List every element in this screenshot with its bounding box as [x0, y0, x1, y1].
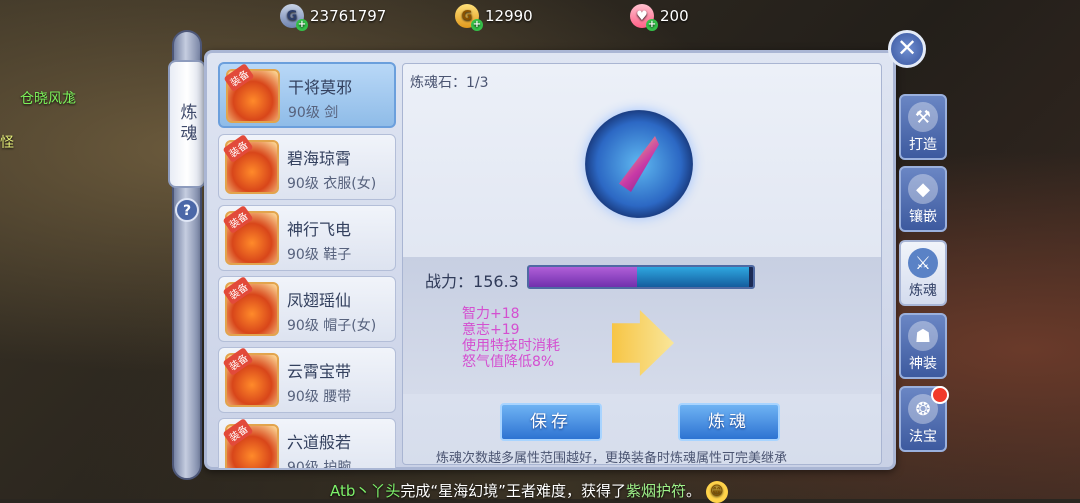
item-name: 凤翅瑶仙: [287, 291, 352, 310]
potential-power-fill: [636, 267, 749, 287]
tab-forge[interactable]: ⚒ 打造: [899, 94, 947, 160]
item-detail: 90级 护腕: [287, 460, 352, 468]
current-power-fill: [529, 267, 637, 287]
heart-amount: 200: [660, 7, 689, 25]
hat-icon: 装备: [222, 276, 279, 336]
sword-icon: [619, 136, 659, 192]
list-item[interactable]: 装备 六道般若 90级 护腕: [218, 418, 396, 468]
gem-icon: ◆: [908, 174, 938, 204]
silver-currency[interactable]: G + 23761797: [280, 4, 387, 31]
item-detail: 90级 衣服(女): [287, 176, 377, 192]
list-item[interactable]: 装备 云霄宝带 90级 腰带: [218, 347, 396, 413]
item-detail: 90级 帽子(女): [287, 318, 377, 334]
list-item[interactable]: 装备 神行飞电 90级 鞋子: [218, 205, 396, 271]
gold-currency[interactable]: G + 12990: [455, 4, 533, 31]
power-progress-bar: [527, 265, 755, 289]
close-icon[interactable]: ✕: [888, 30, 926, 68]
refine-tip: 炼魂次数越多属性范围越好，更换装备时炼魂属性可完美继承: [436, 451, 788, 466]
item-detail: 90级 腰带: [287, 389, 352, 405]
scroll-title-tab: 炼魂: [168, 60, 206, 188]
item-name: 碧海琼霄: [287, 149, 352, 168]
item-detail: 90级 鞋子: [287, 247, 352, 263]
npc-name-label[interactable]: 仓晓风尨: [20, 88, 76, 108]
wrist-icon: 装备: [222, 418, 279, 468]
list-item[interactable]: 装备 碧海琼霄 90级 衣服(女): [218, 134, 396, 200]
tab-divine-gear[interactable]: ☗ 神装: [899, 313, 947, 379]
item-detail: 90级 剑: [288, 105, 339, 121]
item-name: 神行飞电: [287, 220, 352, 239]
attribute-line: 使用特技时消耗: [462, 338, 560, 354]
tab-refine-soul[interactable]: ⚔ 炼魂: [899, 240, 947, 306]
equipment-orb: [585, 110, 693, 218]
silver-coin-icon: G +: [280, 4, 308, 31]
hammer-icon: ⚒: [908, 102, 938, 132]
heart-currency[interactable]: ♥ + 200: [630, 4, 689, 31]
item-name: 干将莫邪: [288, 78, 353, 97]
list-item[interactable]: 装备 凤翅瑶仙 90级 帽子(女): [218, 276, 396, 342]
grin-emoji-icon: 😁: [705, 480, 728, 503]
belt-icon: 装备: [222, 347, 279, 407]
attribute-line: 怒气值降低8%: [462, 354, 555, 370]
gold-coin-icon: G +: [455, 4, 483, 31]
attribute-line: 意志+19: [462, 322, 520, 338]
sword-icon: 装备: [223, 63, 280, 123]
system-message: Atb丶丫头完成“星海幻境”王者难度，获得了紫烟护符。 😁: [330, 480, 728, 503]
robe-icon: 装备: [222, 134, 279, 194]
notification-dot: [931, 386, 949, 404]
armor-icon: ☗: [908, 321, 938, 351]
gold-amount: 12990: [485, 7, 533, 25]
help-icon[interactable]: ?: [175, 198, 199, 222]
item-name: 云霄宝带: [287, 362, 352, 381]
equipment-list[interactable]: 装备 干将莫邪 90级 剑 装备 碧海琼霄 90级 衣服(女) 装备 神行飞电 …: [218, 62, 398, 468]
soul-stone-count: 炼魂石：1/3: [410, 75, 489, 91]
heart-icon: ♥ +: [630, 4, 658, 31]
npc-name-partial[interactable]: 怪: [0, 132, 14, 152]
save-button[interactable]: 保存: [500, 403, 602, 441]
tab-inlay[interactable]: ◆ 镶嵌: [899, 166, 947, 232]
silver-amount: 23761797: [310, 7, 387, 25]
combat-power: 战力：156.3: [425, 272, 519, 291]
attribute-line: 智力+18: [462, 306, 520, 322]
attribute-list: 智力+18 意志+19 使用特技时消耗 怒气值降低8%: [462, 306, 560, 370]
item-name: 六道般若: [287, 433, 352, 452]
refine-button[interactable]: 炼魂: [678, 403, 780, 441]
sword-icon: ⚔: [908, 248, 938, 278]
shoes-icon: 装备: [222, 205, 279, 265]
list-item[interactable]: 装备 干将莫邪 90级 剑: [218, 62, 396, 128]
